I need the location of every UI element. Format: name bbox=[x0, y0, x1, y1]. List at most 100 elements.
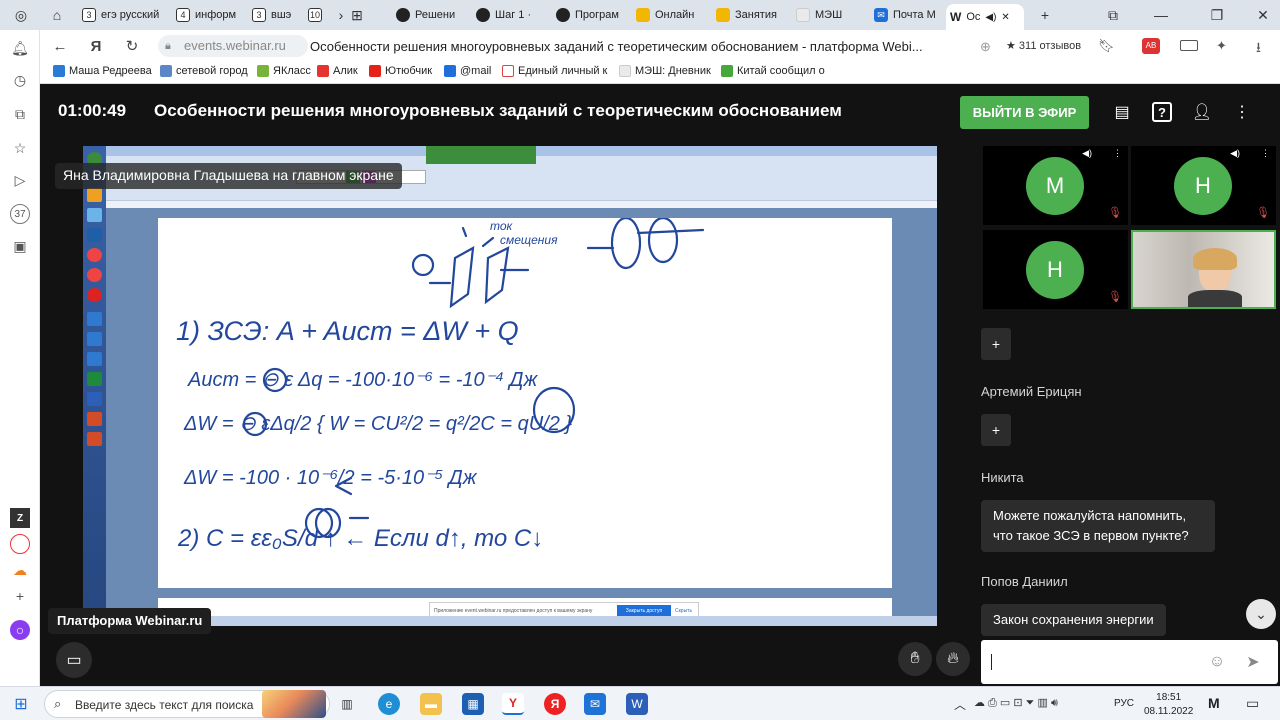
restore-icon[interactable]: ❐ bbox=[1206, 5, 1228, 25]
search-highlight-image[interactable] bbox=[262, 690, 326, 718]
history-icon[interactable]: ◷ bbox=[10, 70, 30, 90]
yandex-icon[interactable]: Я bbox=[544, 693, 566, 715]
raise-hand-button[interactable]: ✋︎ bbox=[898, 642, 932, 676]
mail-icon: ✉ bbox=[874, 8, 888, 22]
task-view-icon[interactable]: ▥ bbox=[336, 693, 358, 715]
taskbar-clock[interactable]: 18:51 08.11.2022 bbox=[1144, 691, 1193, 719]
user-icon[interactable]: 👤︎ bbox=[1190, 100, 1214, 124]
tab-online[interactable]: Онлайн bbox=[632, 4, 704, 26]
note-line: ΔW = -100 · 10⁻⁶/2 = -5·10⁻⁵ Дж bbox=[183, 467, 478, 489]
participant-video-tile[interactable] bbox=[1131, 230, 1276, 309]
collections-icon[interactable]: ⧉ bbox=[10, 104, 30, 124]
extension-icon[interactable]: AB bbox=[1142, 38, 1160, 54]
battery-icon[interactable] bbox=[1180, 40, 1198, 51]
windows-start-icon[interactable]: ⊞ bbox=[10, 693, 32, 715]
tab-inform[interactable]: 4 информ bbox=[172, 4, 244, 26]
app-tray-icon[interactable]: M bbox=[1208, 695, 1220, 711]
tray-icons[interactable]: ☁ ⎙ ▭ ⊡ ⏷ ▥ 🔊︎ bbox=[974, 696, 1058, 710]
tab-label: МЭШ bbox=[815, 9, 843, 21]
download-icon[interactable]: ⭳ bbox=[1256, 37, 1261, 61]
tab-close-icon[interactable]: ✕ bbox=[1001, 12, 1009, 23]
more-icon[interactable]: ⋮ bbox=[1261, 148, 1270, 159]
tab-overview-icon[interactable]: ⌂ bbox=[46, 5, 68, 25]
url-field[interactable]: events.webinar.ru bbox=[158, 35, 308, 57]
add-button[interactable]: + bbox=[981, 328, 1011, 360]
bookmark-item[interactable]: ЯКласс bbox=[257, 65, 311, 77]
language-indicator[interactable]: РУС bbox=[1114, 698, 1134, 709]
back-icon[interactable]: ← bbox=[50, 36, 70, 56]
yandex-browser-icon[interactable]: Y bbox=[502, 693, 524, 715]
tab-hse[interactable]: 3 вшэ bbox=[248, 4, 300, 26]
mail-app-icon[interactable]: ✉ bbox=[584, 693, 606, 715]
participant-tile[interactable]: М ◀) ⋮ 🎙︎ bbox=[983, 146, 1128, 225]
new-tab-icon[interactable]: + bbox=[1034, 5, 1056, 25]
note-line: 2) C = εε₀S/d ↑ ← Если d↑, то C↓ bbox=[177, 525, 543, 552]
tab-step1[interactable]: Шаг 1 · bbox=[472, 4, 542, 26]
tab-ege-russian[interactable]: 3 егэ русский bbox=[78, 4, 168, 26]
reload-icon[interactable]: ↻ bbox=[122, 36, 142, 56]
tab-program[interactable]: Програм bbox=[552, 4, 624, 26]
close-window-icon[interactable]: ✕ bbox=[1252, 5, 1274, 25]
bookmark-item[interactable]: Маша Редреева bbox=[53, 65, 152, 77]
more-menu-icon[interactable]: ⋮ bbox=[1230, 100, 1254, 124]
reviews-link[interactable]: ★ 311 отзывов bbox=[1006, 39, 1081, 52]
translate-icon[interactable]: ⊕ bbox=[980, 39, 991, 55]
explorer-icon[interactable]: ▬ bbox=[420, 693, 442, 715]
tab-mesh[interactable]: МЭШ bbox=[792, 4, 862, 26]
tab-audio-icon[interactable]: ◀) bbox=[985, 12, 996, 23]
bookmark-item[interactable]: Китай сообщил о bbox=[721, 65, 825, 77]
chat-icon[interactable]: ▤ bbox=[1110, 100, 1134, 124]
participant-shoulders bbox=[1188, 290, 1242, 307]
note-line: 1) ЗСЭ: A + Aист = ΔW + Q bbox=[176, 316, 519, 346]
chat-input[interactable]: ☺ ➤ bbox=[981, 640, 1278, 684]
tab-lessons[interactable]: Занятия bbox=[712, 4, 784, 26]
minimize-icon[interactable]: — bbox=[1150, 5, 1172, 25]
bookmark-item[interactable]: Единый личный к bbox=[502, 65, 607, 77]
reactions-button[interactable]: 🔥︎ bbox=[936, 642, 970, 676]
tab-group-10[interactable]: 10 bbox=[304, 4, 326, 26]
bell-icon[interactable]: 🔔︎ bbox=[10, 38, 30, 58]
puzzle-icon[interactable]: ✦ bbox=[1216, 38, 1227, 54]
help-icon[interactable]: ? bbox=[1150, 100, 1174, 124]
more-icon[interactable]: ⋮ bbox=[1113, 148, 1122, 159]
tab-collections-icon[interactable]: ⧉ bbox=[1102, 5, 1124, 25]
go-live-button[interactable]: ВЫЙТИ В ЭФИР bbox=[960, 96, 1089, 129]
scroll-down-button[interactable]: ⌄ bbox=[1246, 599, 1276, 629]
hide-notice-link[interactable]: Скрыть bbox=[675, 608, 692, 614]
play-icon[interactable]: ▷ bbox=[10, 170, 30, 190]
tab-mail[interactable]: ✉ Почта М bbox=[870, 4, 940, 26]
screen-share-button[interactable]: ▭ bbox=[56, 642, 92, 678]
bookmark-item[interactable]: Алик bbox=[317, 65, 358, 77]
chat-message: Можете пожалуйста напомнить, что такое З… bbox=[981, 500, 1215, 552]
bookmark-item[interactable]: Ютюбчик bbox=[369, 65, 432, 77]
participant-tile[interactable]: Н ◀) ⋮ 🎙︎ bbox=[1131, 146, 1276, 225]
photo-icon[interactable]: ▣ bbox=[10, 236, 30, 256]
bookmark-icon[interactable]: 🔖︎ bbox=[1098, 38, 1115, 54]
bookmark-item[interactable]: @mail bbox=[444, 65, 491, 77]
muted-mic-icon: 🎙︎ bbox=[1256, 207, 1270, 219]
tab-reshenie[interactable]: Решени bbox=[392, 4, 462, 26]
counter-icon[interactable]: 37 bbox=[10, 204, 30, 224]
tab-webinar-active[interactable]: W Ос ◀) ✕ bbox=[946, 4, 1024, 30]
app-icon[interactable] bbox=[10, 534, 30, 554]
add-panel-icon[interactable]: + bbox=[10, 586, 30, 606]
weather-icon[interactable]: ☁ bbox=[10, 560, 30, 580]
store-icon[interactable]: ▦ bbox=[462, 693, 484, 715]
notifications-icon[interactable]: ▭ bbox=[1246, 695, 1259, 712]
word-app-icon[interactable]: W bbox=[626, 693, 648, 715]
new-tab-group-icon[interactable]: ⊞ bbox=[346, 5, 368, 25]
tab-label: Програм bbox=[575, 9, 619, 21]
alice-icon[interactable]: ○ bbox=[10, 620, 30, 640]
bookmark-item[interactable]: сетевой город bbox=[160, 65, 248, 77]
emoji-icon[interactable]: ☺ bbox=[1207, 652, 1227, 672]
zen-icon[interactable]: Z bbox=[10, 508, 30, 528]
participant-tile[interactable]: Н 🎙︎ bbox=[983, 230, 1128, 309]
send-icon[interactable]: ➤ bbox=[1243, 652, 1263, 672]
add-button[interactable]: + bbox=[981, 414, 1011, 446]
tray-expand-icon[interactable]: ︿ bbox=[954, 696, 966, 713]
profile-icon[interactable]: ◎ bbox=[10, 5, 32, 25]
yandex-icon[interactable]: Я bbox=[86, 36, 106, 56]
edge-icon[interactable]: e bbox=[378, 693, 400, 715]
bookmark-item[interactable]: МЭШ: Дневник bbox=[619, 65, 711, 77]
favorites-icon[interactable]: ☆ bbox=[10, 138, 30, 158]
